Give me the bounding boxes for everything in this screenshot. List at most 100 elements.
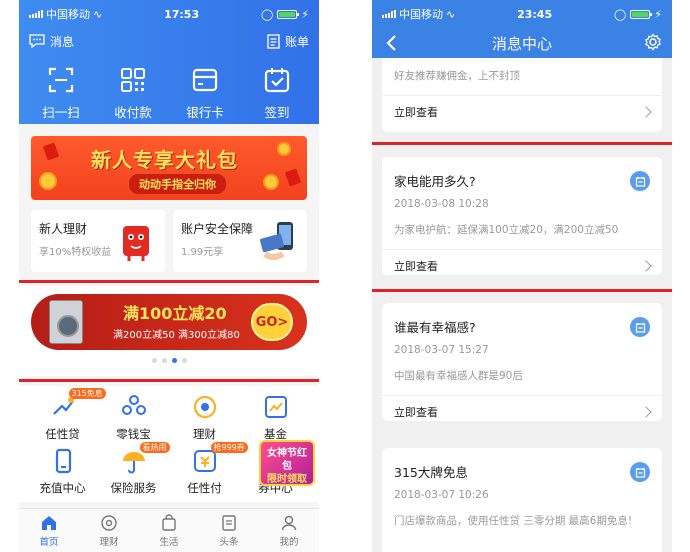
services-grid: 315免息 任性贷 零钱宝 理财 基金 充值中心 看热闹 保险服务 抢999券 …	[19, 386, 319, 502]
wifi-icon: ∿	[93, 7, 103, 21]
tab-headlines[interactable]: 头条	[204, 509, 254, 552]
tab-life[interactable]: 生活	[144, 509, 194, 552]
tab-me[interactable]: 我的	[264, 509, 314, 552]
highlight-box	[19, 280, 319, 382]
status-time: 17:53	[164, 7, 200, 21]
service-label: 零钱宝	[116, 427, 151, 441]
service-badge: 抢999券	[210, 442, 248, 453]
user-icon	[281, 515, 297, 530]
lock-rotation-icon: ◯	[260, 7, 274, 21]
quick-action-checkin[interactable]: 签到	[244, 66, 310, 121]
red-envelope-icon	[284, 168, 302, 187]
finance-icon	[193, 395, 216, 419]
card-new-user-finance[interactable]: 新人理财 享10%特权收益	[31, 210, 165, 272]
service-renxingdai[interactable]: 315免息 任性贷	[31, 388, 106, 448]
quick-action-scan[interactable]: 扫一扫	[28, 66, 94, 121]
promo-section: 满100立减20 满200立减50 满300立减80 GO>	[19, 280, 319, 382]
messages-button[interactable]: 消息	[29, 33, 74, 50]
message-view-link[interactable]: 立即查看	[382, 395, 662, 421]
chevron-right-icon	[640, 105, 652, 118]
phone-icon	[55, 448, 71, 474]
tab-finance[interactable]: 理财	[84, 509, 134, 552]
status-bar: 中国移动 ∿ 23:45 ◯ ⚡	[372, 0, 672, 28]
gear-icon[interactable]	[644, 33, 662, 51]
coin-icon	[39, 172, 57, 190]
quick-action-bank-card[interactable]: 银行卡	[172, 66, 238, 121]
highlight-box	[372, 142, 672, 292]
chevron-right-icon	[640, 405, 652, 418]
home-header: 中国移动 ∿ 17:53 ◯ ⚡ 消息 账单 扫一扫 收付款 银行卡 签到	[19, 0, 319, 124]
tab-label: 生活	[159, 536, 179, 548]
back-arrow-icon[interactable]	[382, 32, 402, 54]
float-ad-line1: 女神节红包	[267, 448, 307, 472]
scan-icon	[48, 67, 74, 93]
view-now-label: 立即查看	[394, 105, 438, 119]
message-card: 315大牌免息 2018-03-07 10:26 门店爆款商品，使用任性贷 三零…	[382, 448, 662, 552]
quick-action-pay[interactable]: 收付款	[100, 66, 166, 121]
message-body: 好友推荐赚佣金，上不封顶	[394, 70, 520, 82]
tab-label: 首页	[39, 536, 59, 548]
finance-tab-icon	[101, 514, 117, 531]
home-icon	[42, 515, 56, 530]
service-lingqianbao[interactable]: 零钱宝	[102, 394, 166, 448]
service-renxingfu[interactable]: 抢999券 任性付	[173, 442, 248, 502]
service-label: 保险服务	[110, 481, 157, 495]
banner-subtitle: 动动手指全归你	[129, 174, 226, 194]
coin-icon	[277, 142, 291, 156]
tab-label: 头条	[219, 536, 239, 548]
service-label: 理财	[193, 427, 216, 441]
float-ad-line2: 限时领取	[267, 474, 307, 485]
signal-icon	[29, 10, 43, 18]
bank-card-icon	[192, 68, 218, 92]
notice-icon	[630, 317, 650, 337]
carrier-label: 中国移动	[46, 8, 90, 21]
news-icon	[222, 514, 236, 531]
notice-icon	[630, 462, 650, 482]
status-time: 23:45	[517, 7, 553, 21]
message-center-screen: 中国移动 ∿ 23:45 ◯ ⚡ 消息中心 好友推荐赚佣金，上不封顶 立即查看 …	[372, 0, 672, 552]
service-label: 任性贷	[45, 427, 80, 441]
service-badge: 315免息	[68, 388, 106, 399]
message-icon	[29, 34, 45, 48]
bill-label: 账单	[284, 34, 309, 49]
charging-icon: ⚡	[301, 7, 309, 21]
bill-button[interactable]: 账单	[267, 33, 309, 50]
tab-label: 理财	[99, 536, 119, 548]
new-user-gift-banner[interactable]: 新人专享大礼包 动动手指全归你	[31, 136, 307, 200]
message-center-header: 中国移动 ∿ 23:45 ◯ ⚡ 消息中心	[372, 0, 672, 58]
card-account-security[interactable]: 账户安全保障 1.99元享	[173, 210, 307, 272]
quick-action-label: 银行卡	[186, 105, 224, 120]
service-label: 任性付	[187, 481, 222, 495]
service-licai[interactable]: 理财	[173, 394, 237, 448]
womens-day-float-ad[interactable]: 女神节红包 限时领取	[259, 440, 315, 486]
red-envelope-icon	[42, 142, 60, 161]
service-insurance[interactable]: 看热闹 保险服务	[102, 442, 170, 502]
tab-bar: 首页 理财 生活 头条 我的	[19, 508, 319, 552]
phone-card-icon	[260, 222, 293, 260]
charging-icon: ⚡	[654, 7, 662, 21]
signal-icon	[382, 10, 396, 18]
coin-icon	[263, 174, 279, 190]
bill-icon	[267, 33, 280, 49]
status-bar: 中国移动 ∿ 17:53 ◯ ⚡	[19, 0, 319, 28]
banner-title: 新人专享大礼包	[91, 148, 238, 172]
message-body: 中国最有幸福感人群是90后	[394, 370, 523, 382]
message-body: 门店爆款商品，使用任性贷 三零分期 最高6期免息!	[394, 515, 633, 527]
battery-icon	[630, 9, 653, 19]
tab-label: 我的	[279, 536, 299, 548]
message-card: 谁最有幸福感? 2018-03-07 15:27 中国最有幸福感人群是90后 立…	[382, 303, 662, 421]
lock-rotation-icon: ◯	[613, 7, 627, 21]
tab-home[interactable]: 首页	[24, 509, 74, 552]
service-label: 充值中心	[39, 481, 86, 495]
service-recharge[interactable]: 充值中心	[31, 448, 95, 502]
quick-action-label: 签到	[264, 105, 290, 120]
message-card: 好友推荐赚佣金，上不封顶 立即查看	[382, 58, 662, 132]
battery-icon	[277, 9, 300, 19]
chart-icon	[264, 396, 287, 418]
red-envelope-mascot-icon	[123, 226, 149, 261]
page-title: 消息中心	[491, 34, 552, 53]
message-title: 谁最有幸福感?	[394, 320, 476, 335]
feature-cards: 新人理财 享10%特权收益 账户安全保障 1.99元享	[31, 210, 307, 272]
message-view-link[interactable]: 立即查看	[382, 95, 662, 127]
view-now-label: 立即查看	[394, 405, 438, 419]
